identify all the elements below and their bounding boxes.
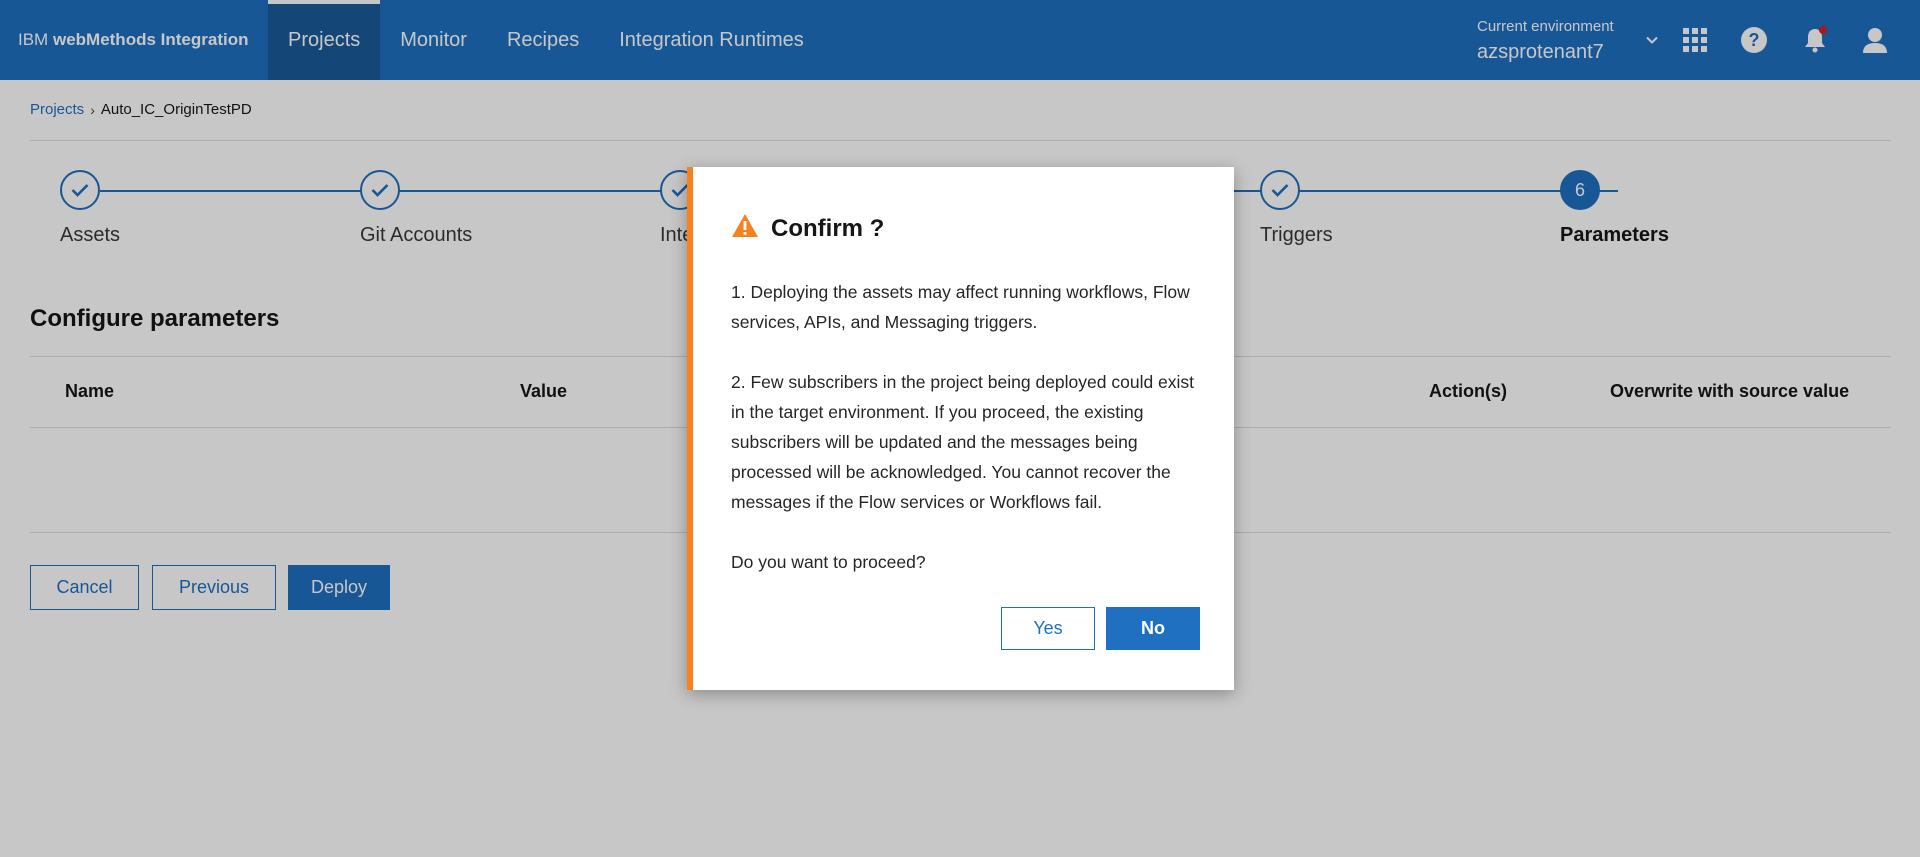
warning-icon xyxy=(731,213,759,245)
dialog-title: Confirm ? xyxy=(771,215,885,242)
confirm-dialog: Confirm ? 1. Deploying the assets may af… xyxy=(687,167,1234,690)
dialog-paragraph-1: 1. Deploying the assets may affect runni… xyxy=(731,282,1190,332)
no-button[interactable]: No xyxy=(1106,607,1200,650)
yes-button[interactable]: Yes xyxy=(1001,607,1095,650)
dialog-paragraph-2: 2. Few subscribers in the project being … xyxy=(731,372,1195,512)
dialog-body: 1. Deploying the assets may affect runni… xyxy=(731,277,1201,607)
dialog-question: Do you want to proceed? xyxy=(731,552,926,572)
dialog-header: Confirm ? xyxy=(731,213,884,245)
